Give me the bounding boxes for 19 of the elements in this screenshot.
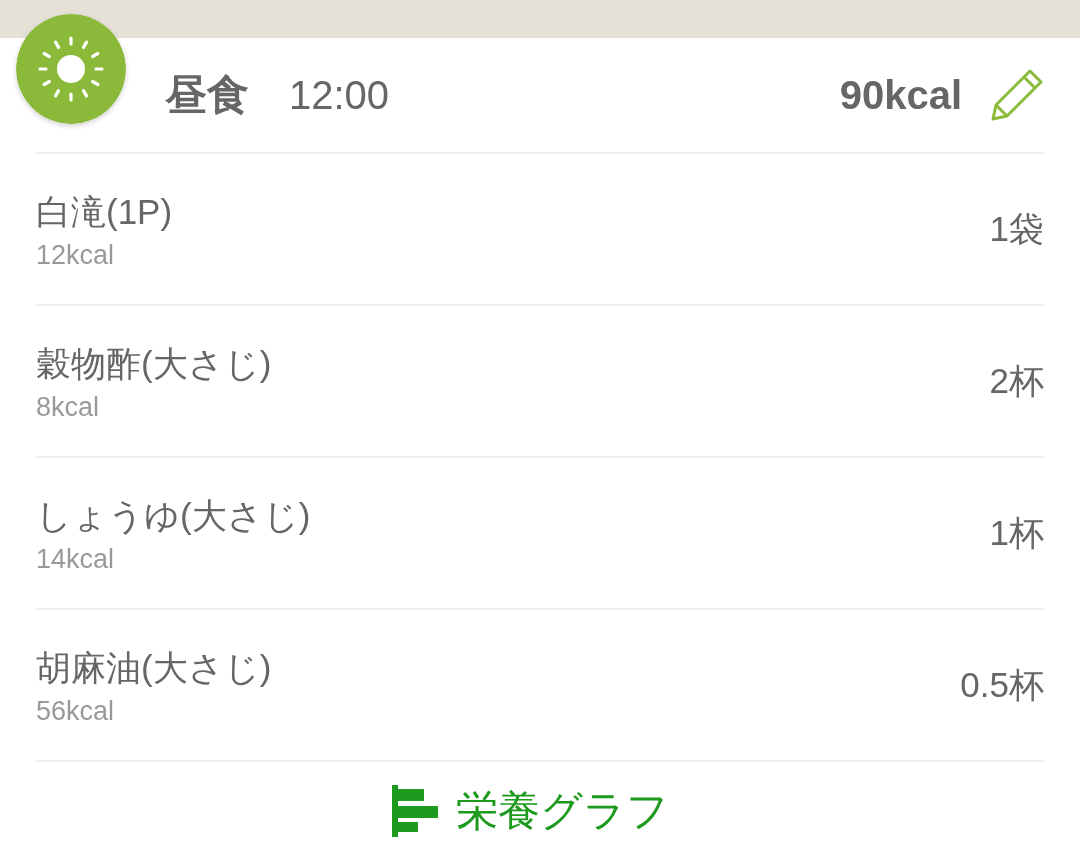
bar-chart-icon: [391, 785, 438, 837]
food-quantity: 1袋: [989, 207, 1044, 250]
total-calories: 90kcal: [839, 72, 962, 118]
edit-button[interactable]: [990, 68, 1044, 122]
meal-title: 昼食: [165, 70, 249, 120]
food-name: しょうゆ(大さじ): [36, 495, 311, 537]
pencil-icon: [990, 68, 1044, 122]
food-name: 胡麻油(大さじ): [36, 647, 272, 689]
food-quantity: 2杯: [989, 359, 1044, 402]
food-name: 白滝(1P): [36, 191, 173, 233]
nutrition-graph-link[interactable]: 栄養グラフ: [455, 783, 669, 839]
food-quantity: 0.5杯: [960, 663, 1044, 706]
food-quantity: 1杯: [989, 511, 1044, 554]
meal-time: 12:00: [289, 72, 390, 118]
food-name: 穀物酢(大さじ): [36, 343, 272, 385]
food-calories: 56kcal: [36, 695, 115, 727]
food-calories: 8kcal: [36, 391, 100, 423]
food-calories: 12kcal: [36, 239, 115, 271]
food-calories: 14kcal: [36, 543, 115, 575]
